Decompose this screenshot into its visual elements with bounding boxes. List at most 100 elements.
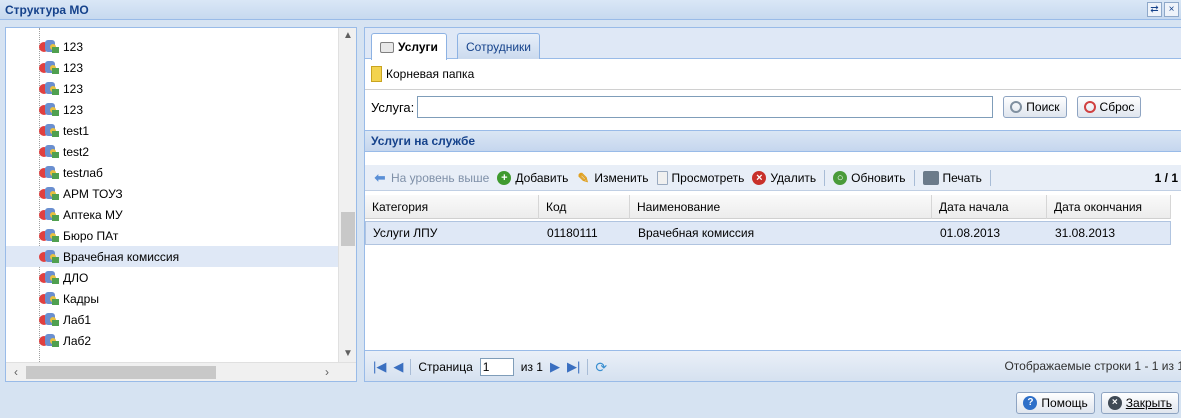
department-icon	[39, 60, 61, 76]
department-icon	[39, 102, 61, 118]
window-titlebar: Структура МО ⇄ ×	[0, 0, 1181, 20]
scroll-up-icon[interactable]: ▲	[339, 28, 356, 44]
tab-services-label: Услуги	[398, 40, 438, 54]
tree-node[interactable]: test1	[6, 120, 338, 141]
delete-label: Удалить	[770, 170, 817, 185]
next-page-icon[interactable]: ▶	[550, 359, 560, 375]
tree-node[interactable]: test2	[6, 141, 338, 162]
close-button[interactable]: × Закрыть	[1100, 392, 1179, 414]
department-icon	[39, 39, 61, 55]
tree-node[interactable]: 123	[6, 78, 338, 99]
tree-node[interactable]: ДЛО	[6, 267, 338, 288]
scroll-left-icon[interactable]: ‹	[8, 363, 24, 381]
delete-button[interactable]: × Удалить	[752, 170, 817, 185]
print-button[interactable]: Печать	[922, 170, 982, 185]
column-header-name[interactable]: Наименование	[630, 195, 932, 219]
tree-node[interactable]: 123	[6, 99, 338, 120]
refresh-icon: ○	[833, 170, 848, 185]
tree-node-label: 123	[63, 102, 84, 117]
pager-separator	[587, 359, 589, 375]
department-icon	[39, 291, 61, 307]
tree-node[interactable]: Бюро ПАт	[6, 225, 338, 246]
tree-horizontal-scrollbar[interactable]: ‹ ›	[6, 362, 356, 381]
tab-employees-label: Сотрудники	[466, 39, 531, 54]
help-icon: ?	[1023, 396, 1038, 410]
record-counter: 1 / 1	[1154, 170, 1178, 185]
column-header-category[interactable]: Категория	[365, 195, 539, 219]
tab-employees[interactable]: Сотрудники	[457, 33, 540, 59]
tree-node[interactable]: Врачебная комиссия	[6, 246, 338, 267]
page-label: Страница	[418, 360, 473, 374]
reset-button[interactable]: Сброс	[1076, 96, 1142, 118]
add-button[interactable]: + Добавить	[497, 170, 569, 185]
tree-node[interactable]: АРМ ТОУЗ	[6, 183, 338, 204]
edit-label: Изменить	[594, 170, 649, 185]
tree-node[interactable]: 123	[6, 36, 338, 57]
tree-node-label: test2	[63, 144, 90, 159]
page-number-input[interactable]	[479, 358, 514, 376]
toolbar-separator	[913, 169, 915, 186]
department-icon	[39, 312, 61, 328]
folder-breadcrumb: Корневая папка	[365, 59, 1181, 90]
close-icon[interactable]: ×	[1164, 2, 1179, 17]
tree-node-label: Врачебная комиссия	[63, 249, 180, 264]
refresh-label: Обновить	[851, 170, 906, 185]
services-panel: Услуги Сотрудники Корневая папка Услуга:…	[364, 27, 1181, 382]
toolbar-separator	[824, 169, 826, 186]
view-button[interactable]: Просмотреть	[656, 170, 745, 185]
tree-node[interactable]: Кадры	[6, 288, 338, 309]
reset-icon	[1083, 101, 1096, 113]
print-label: Печать	[942, 170, 982, 185]
tree-node[interactable]: Аптека МУ	[6, 204, 338, 225]
add-label: Добавить	[515, 170, 569, 185]
footer-bar: ? Помощь × Закрыть	[0, 388, 1181, 418]
tree-node[interactable]: 123	[6, 57, 338, 78]
cell-name: Врачебная комиссия	[638, 226, 755, 240]
scroll-thumb-vertical[interactable]	[341, 212, 355, 246]
help-button[interactable]: ? Помощь	[1016, 392, 1095, 414]
tree-node-label: АРМ ТОУЗ	[63, 186, 123, 201]
search-bar: Услуга: Поиск Сброс	[365, 90, 1181, 124]
tab-services[interactable]: Услуги	[371, 33, 447, 60]
delete-icon: ×	[752, 170, 767, 185]
refresh-button[interactable]: ○ Обновить	[833, 170, 906, 185]
department-icon	[39, 165, 61, 181]
cell-code: 01180111	[547, 226, 598, 240]
help-label: Помощь	[1041, 396, 1088, 410]
tree-node[interactable]: Лаб1	[6, 309, 338, 330]
grid-toolbar: ⬅ На уровень выше + Добавить ✎ Изменить …	[365, 165, 1181, 191]
folder-label[interactable]: Корневая папка	[386, 67, 474, 81]
scroll-right-icon[interactable]: ›	[319, 363, 335, 381]
view-label: Просмотреть	[671, 170, 745, 185]
document-icon	[656, 170, 668, 185]
edit-button[interactable]: ✎ Изменить	[576, 170, 649, 185]
prev-page-icon[interactable]: ◀	[393, 359, 403, 375]
department-icon	[39, 81, 61, 97]
table-row[interactable]: Услуги ЛПУ 01180111 Врачебная комиссия 0…	[365, 221, 1171, 245]
department-icon	[39, 207, 61, 223]
column-header-end-date[interactable]: Дата окончания	[1047, 195, 1171, 219]
folder-icon	[371, 66, 382, 82]
search-icon	[1010, 101, 1023, 113]
last-page-icon[interactable]: ▶|	[567, 359, 580, 375]
tree-node[interactable]: Лаб2	[6, 330, 338, 351]
scroll-thumb-horizontal[interactable]	[26, 366, 216, 379]
restore-icon[interactable]: ⇄	[1147, 2, 1162, 17]
department-icon	[39, 186, 61, 202]
column-header-code[interactable]: Код	[539, 195, 630, 219]
search-button-label: Поиск	[1026, 100, 1060, 114]
search-button[interactable]: Поиск	[1003, 96, 1067, 118]
first-page-icon[interactable]: |◀	[373, 359, 386, 375]
tree-node[interactable]: testлаб	[6, 162, 338, 183]
tree-vertical-scrollbar[interactable]: ▲ ▼	[338, 28, 356, 362]
column-header-start-date[interactable]: Дата начала	[932, 195, 1047, 219]
cell-start-date: 01.08.2013	[940, 226, 1001, 240]
department-icon	[39, 249, 61, 265]
scroll-down-icon[interactable]: ▼	[339, 346, 356, 362]
toolbar-separator	[989, 169, 991, 186]
pager-refresh-icon[interactable]: ⟳	[595, 359, 607, 376]
up-level-button[interactable]: ⬅ На уровень выше	[373, 170, 490, 185]
service-search-input[interactable]	[417, 96, 994, 118]
department-icon	[39, 270, 61, 286]
department-icon	[39, 144, 61, 160]
